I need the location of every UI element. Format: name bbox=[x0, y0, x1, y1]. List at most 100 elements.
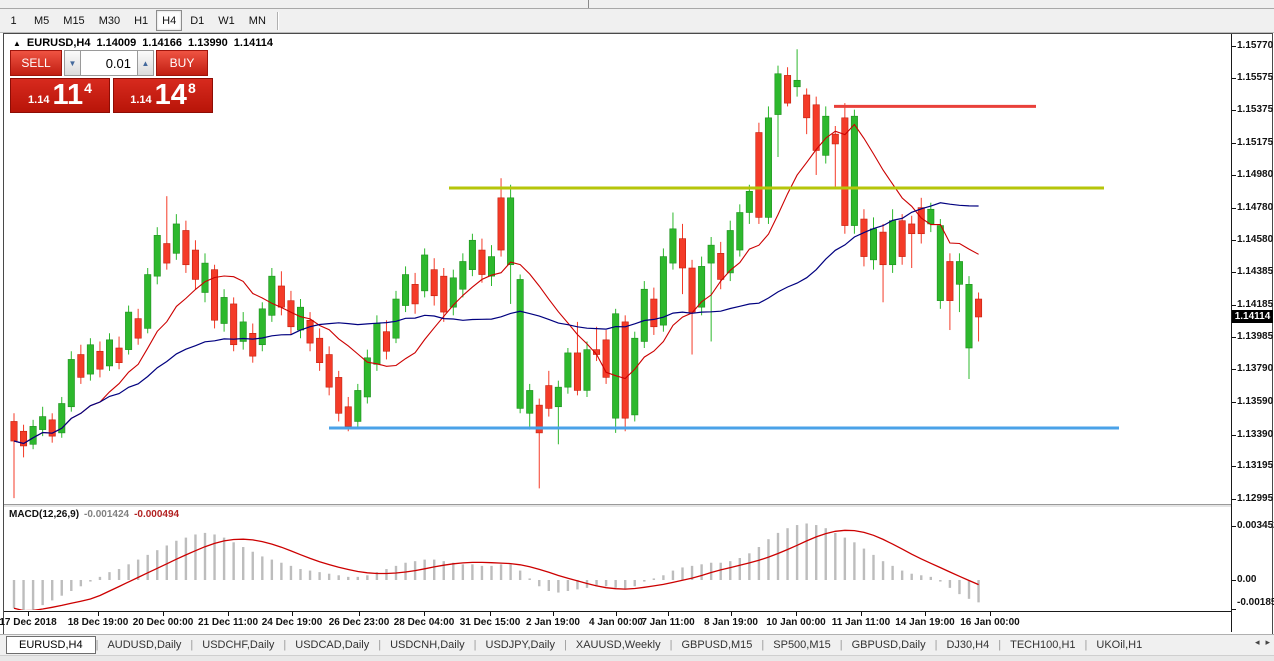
macd-main-value: -0.001424 bbox=[84, 509, 129, 520]
buy-price-big: 14 bbox=[155, 82, 187, 110]
chart-ohlc-header: ▲ EURUSD,H4 1.14009 1.14166 1.13990 1.14… bbox=[13, 37, 273, 49]
trading-terminal: 1M5M15M30H1H4D1W1MN ▲ EURUSD,H4 1.14009 … bbox=[0, 0, 1274, 661]
toolbar-separator bbox=[277, 12, 279, 30]
time-tick bbox=[925, 612, 926, 616]
price-tick bbox=[1232, 110, 1236, 111]
timeframe-button-w1[interactable]: W1 bbox=[212, 10, 241, 31]
price-tick bbox=[1232, 369, 1236, 370]
one-click-trade-panel: SELL ▼ ▲ BUY 1.14 11 4 1.14 14 8 bbox=[10, 50, 216, 113]
tab-scroll-arrows: ◂ ▸ bbox=[1255, 637, 1270, 648]
macd-tick-label: 0.003452 bbox=[1237, 520, 1274, 531]
macd-name: MACD(12,26,9) bbox=[9, 509, 79, 520]
time-tick bbox=[163, 612, 164, 616]
ohlc-high: 1.14166 bbox=[142, 37, 182, 49]
macd-indicator-label: MACD(12,26,9) -0.001424 -0.000494 bbox=[9, 509, 179, 520]
time-tick-label: 16 Jan 00:00 bbox=[945, 617, 1035, 628]
chart-tab-usdcad-daily[interactable]: USDCAD,Daily bbox=[286, 637, 378, 653]
time-tick bbox=[228, 612, 229, 616]
chart-tab-bar: EURUSD,H4|AUDUSD,Daily|USDCHF,Daily|USDC… bbox=[0, 634, 1274, 655]
chart-tab-gbpusd-daily[interactable]: GBPUSD,Daily bbox=[843, 637, 935, 653]
ohlc-open: 1.14009 bbox=[97, 37, 137, 49]
timeframe-button-m1[interactable]: 1 bbox=[1, 10, 26, 31]
macd-tick bbox=[1232, 526, 1236, 527]
macd-signal-value: -0.000494 bbox=[134, 509, 179, 520]
timeframe-button-m5[interactable]: M5 bbox=[28, 10, 55, 31]
time-tick bbox=[796, 612, 797, 616]
price-tick-label: 1.14980 bbox=[1237, 169, 1273, 180]
chart-tab-usdjpy-daily[interactable]: USDJPY,Daily bbox=[477, 637, 565, 653]
price-tick bbox=[1232, 208, 1236, 209]
buy-price-prefix: 1.14 bbox=[130, 94, 151, 106]
price-tick bbox=[1232, 466, 1236, 467]
status-bar bbox=[0, 655, 1274, 661]
timeframe-button-m15[interactable]: M15 bbox=[57, 10, 90, 31]
buy-button[interactable]: BUY bbox=[156, 50, 208, 76]
chart-tab-dj30-h4[interactable]: DJ30,H4 bbox=[937, 637, 998, 653]
sell-price-pip: 4 bbox=[84, 80, 92, 96]
timeframe-button-mn[interactable]: MN bbox=[243, 10, 272, 31]
lot-size-input[interactable] bbox=[81, 50, 137, 76]
price-tick bbox=[1232, 78, 1236, 79]
chart-tab-usdchf-daily[interactable]: USDCHF,Daily bbox=[193, 637, 283, 653]
timeframe-button-d1[interactable]: D1 bbox=[184, 10, 210, 31]
chart-tab-ukoil-h1[interactable]: UKOil,H1 bbox=[1087, 637, 1151, 653]
macd-tick bbox=[1232, 609, 1236, 610]
macd-tick-label: -0.001851 bbox=[1237, 597, 1274, 608]
macd-tick-label: 0.00 bbox=[1237, 574, 1256, 585]
tab-scroll-left-icon[interactable]: ◂ bbox=[1255, 637, 1260, 648]
spin-up-icon: ▲ bbox=[142, 59, 150, 68]
ohlc-close: 1.14114 bbox=[234, 37, 273, 49]
chart-tab-audusd-daily[interactable]: AUDUSD,Daily bbox=[98, 637, 190, 653]
time-tick bbox=[424, 612, 425, 616]
macd-tick bbox=[1232, 580, 1236, 581]
sell-price-big: 11 bbox=[52, 82, 83, 110]
chart-tab-xauusd-weekly[interactable]: XAUUSD,Weekly bbox=[567, 637, 670, 653]
sell-button[interactable]: SELL bbox=[10, 50, 62, 76]
price-tick-label: 1.13390 bbox=[1237, 429, 1273, 440]
price-tick bbox=[1232, 175, 1236, 176]
price-tick-label: 1.13590 bbox=[1237, 396, 1273, 407]
price-tick-label: 1.14185 bbox=[1237, 299, 1273, 310]
trade-quotes-row: 1.14 11 4 1.14 14 8 bbox=[10, 78, 216, 113]
timeframe-button-m30[interactable]: M30 bbox=[93, 10, 126, 31]
price-tick-label: 1.14385 bbox=[1237, 266, 1273, 277]
timeframe-toolbar: 1M5M15M30H1H4D1W1MN bbox=[0, 9, 1274, 33]
price-tick bbox=[1232, 337, 1236, 338]
chart-expand-icon[interactable]: ▲ bbox=[13, 39, 21, 48]
price-tick-label: 1.14780 bbox=[1237, 202, 1273, 213]
toolbar-divider bbox=[588, 0, 589, 8]
top-toolbar-strip bbox=[0, 0, 1274, 9]
tab-scroll-right-icon[interactable]: ▸ bbox=[1265, 637, 1270, 648]
time-tick bbox=[616, 612, 617, 616]
time-tick bbox=[490, 612, 491, 616]
price-tick-label: 1.13790 bbox=[1237, 363, 1273, 374]
timeframe-button-h4[interactable]: H4 bbox=[156, 10, 182, 31]
ohlc-low: 1.13990 bbox=[188, 37, 228, 49]
price-tick-label: 1.15375 bbox=[1237, 104, 1273, 115]
sell-quote-box[interactable]: 1.14 11 4 bbox=[10, 78, 110, 113]
price-tick bbox=[1232, 499, 1236, 500]
chart-tab-tech100-h1[interactable]: TECH100,H1 bbox=[1001, 637, 1084, 653]
price-tick-label: 1.13985 bbox=[1237, 331, 1273, 342]
time-tick bbox=[668, 612, 669, 616]
chart-tab-eurusd-h4[interactable]: EURUSD,H4 bbox=[6, 636, 96, 654]
price-tick bbox=[1232, 305, 1236, 306]
price-tick bbox=[1232, 46, 1236, 47]
time-axis: 17 Dec 201818 Dec 19:0020 Dec 00:0021 De… bbox=[4, 612, 1231, 632]
chart-symbol-label: EURUSD,H4 bbox=[27, 37, 91, 49]
time-tick bbox=[28, 612, 29, 616]
chart-tab-gbpusd-m15[interactable]: GBPUSD,M15 bbox=[672, 637, 761, 653]
timeframe-button-h1[interactable]: H1 bbox=[128, 10, 154, 31]
price-tick bbox=[1232, 272, 1236, 273]
lot-decrease-button[interactable]: ▼ bbox=[64, 50, 81, 76]
lot-increase-button[interactable]: ▲ bbox=[137, 50, 154, 76]
price-tick-label: 1.12995 bbox=[1237, 493, 1273, 504]
chart-tab-sp500-m15[interactable]: SP500,M15 bbox=[764, 637, 839, 653]
time-tick bbox=[98, 612, 99, 616]
price-tick-label: 1.15575 bbox=[1237, 72, 1273, 83]
buy-quote-box[interactable]: 1.14 14 8 bbox=[113, 78, 213, 113]
chart-tab-usdcnh-daily[interactable]: USDCNH,Daily bbox=[381, 637, 474, 653]
time-tick bbox=[861, 612, 862, 616]
price-tick bbox=[1232, 435, 1236, 436]
sell-price-prefix: 1.14 bbox=[28, 94, 49, 106]
